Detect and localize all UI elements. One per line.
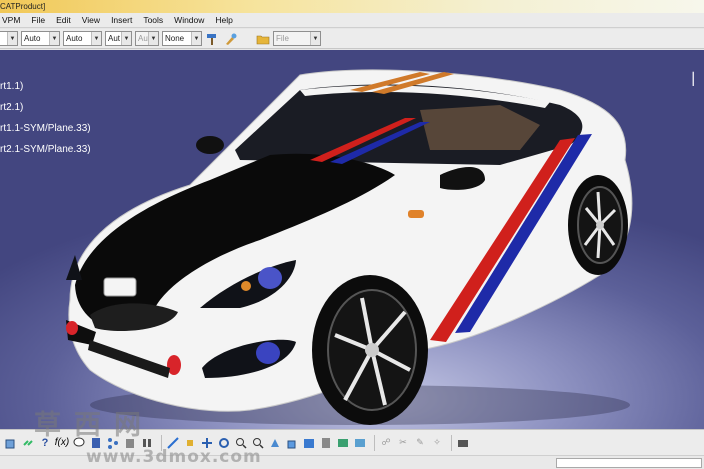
hide-show-icon[interactable]	[319, 436, 333, 450]
window-title-bar: CATProduct]	[0, 0, 704, 13]
scissors-icon[interactable]: ✂	[396, 436, 410, 450]
front-hub	[365, 343, 379, 357]
watermark-chinese: 草西网	[34, 410, 154, 441]
chevron-down-icon: ▼	[49, 32, 59, 45]
fog-light-lens	[256, 342, 280, 364]
menu-window[interactable]: Window	[172, 13, 213, 28]
side-mirror	[196, 136, 224, 154]
headlight-lens	[258, 267, 282, 289]
link-icon[interactable]	[21, 436, 35, 450]
render-icon[interactable]: ✧	[430, 436, 444, 450]
menu-view[interactable]: View	[80, 13, 109, 28]
cube-icon[interactable]	[4, 436, 18, 450]
material-icon[interactable]: ☍	[379, 436, 393, 450]
watermark-url: www.3dmox.com	[86, 447, 262, 467]
indicator-light	[241, 281, 251, 291]
layer-combo[interactable]: None ▼	[162, 31, 202, 46]
camera-icon[interactable]	[456, 436, 470, 450]
menu-edit[interactable]: Edit	[54, 13, 80, 28]
graphic-properties-toolbar: ▼ Auto ▼ Auto ▼ Aut ▼ Aut ▼ None ▼ File …	[0, 29, 704, 49]
iso-view-icon[interactable]	[285, 436, 299, 450]
chevron-down-icon: ▼	[7, 32, 17, 45]
menu-vpm[interactable]: VPM	[0, 13, 29, 28]
color-combo[interactable]: ▼	[0, 31, 18, 46]
menu-insert[interactable]: Insert	[109, 13, 141, 28]
side-indicator	[408, 210, 424, 218]
menu-help[interactable]: Help	[213, 13, 241, 28]
painter-icon[interactable]	[205, 31, 221, 47]
chevron-down-icon: ▼	[310, 32, 320, 45]
swap-icon[interactable]	[336, 436, 350, 450]
chevron-down-icon: ▼	[148, 32, 158, 45]
transparency-combo[interactable]: Auto ▼	[21, 31, 60, 46]
menu-bar: VPM File Edit View Insert Tools Window H…	[0, 13, 704, 28]
shading-icon[interactable]	[302, 436, 316, 450]
3d-viewport[interactable]: rt1.1) rt2.1) rt1.1-SYM/Plane.33) rt2.1-…	[0, 50, 704, 429]
window-title: CATProduct]	[0, 2, 46, 11]
point-symbol-combo[interactable]: Aut ▼	[135, 31, 159, 46]
toolbar-separator	[451, 434, 452, 451]
car-model	[66, 69, 633, 425]
car-logo	[103, 277, 137, 297]
chevron-down-icon: ▼	[121, 32, 131, 45]
line-type-combo[interactable]: Aut ▼	[105, 31, 132, 46]
open-folder-icon[interactable]	[255, 31, 271, 47]
chevron-down-icon: ▼	[91, 32, 101, 45]
line-thickness-combo[interactable]: Auto ▼	[63, 31, 102, 46]
rear-hub	[596, 221, 604, 229]
menu-tools[interactable]: Tools	[141, 13, 172, 28]
brush-icon[interactable]	[223, 31, 239, 47]
menu-file[interactable]: File	[29, 13, 54, 28]
normal-view-icon[interactable]	[268, 436, 282, 450]
file-combo[interactable]: File ▼	[273, 31, 321, 46]
apply-material-icon[interactable]: ✎	[413, 436, 427, 450]
command-input[interactable]	[556, 458, 702, 468]
red-light	[66, 321, 78, 335]
chevron-down-icon: ▼	[191, 32, 201, 45]
measure-icon[interactable]	[353, 436, 367, 450]
toolbar-separator	[374, 434, 375, 451]
